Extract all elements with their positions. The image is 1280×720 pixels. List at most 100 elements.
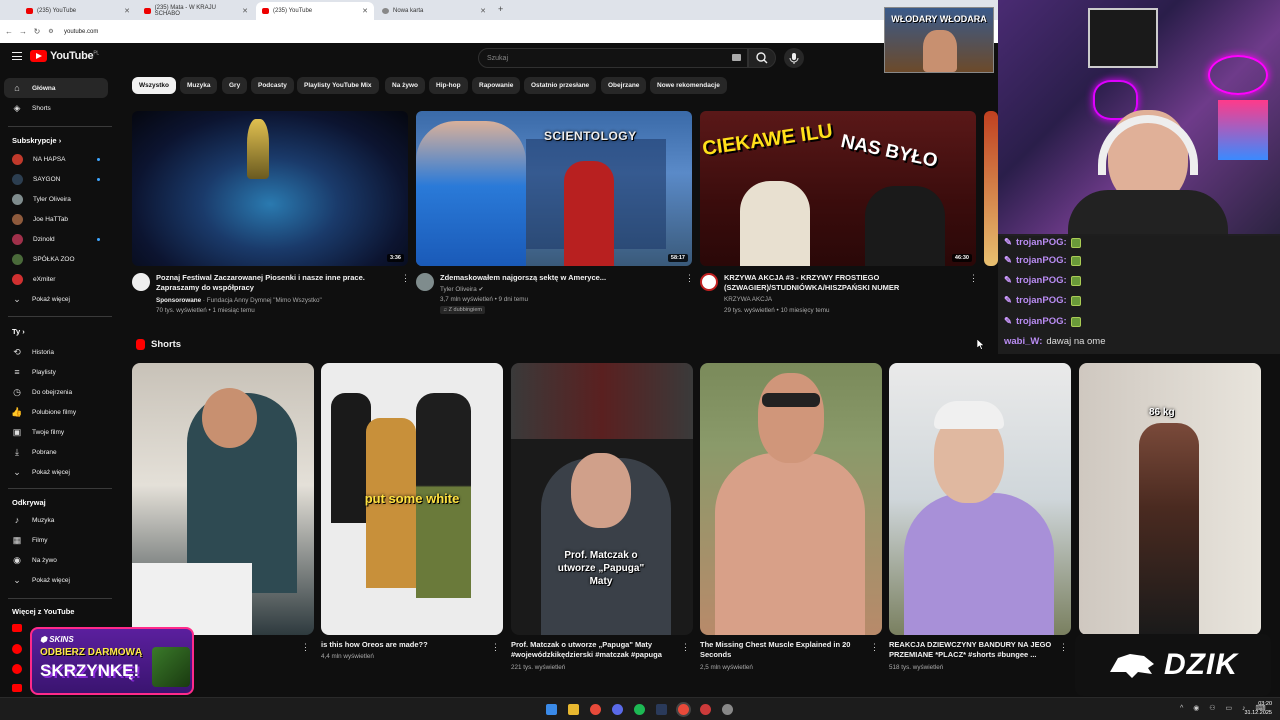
- chip[interactable]: Podcasty: [251, 77, 294, 94]
- spotify-icon[interactable]: [634, 704, 645, 715]
- sidebar-item-subscription[interactable]: NA HAPSA: [4, 149, 108, 169]
- chip[interactable]: Nowe rekomendacje: [650, 77, 727, 94]
- video-thumbnail[interactable]: SCIENTOLOGY 58:17: [416, 111, 692, 266]
- sidebar-show-more[interactable]: ⌄ Pokaż więcej: [4, 462, 108, 482]
- new-tab-button[interactable]: +: [498, 4, 503, 14]
- video-thumbnail[interactable]: CIEKAWE ILU NAS BYŁO 46:30: [700, 111, 976, 266]
- channel-avatar[interactable]: [132, 273, 150, 291]
- short-thumbnail[interactable]: [132, 363, 314, 635]
- video-channel[interactable]: KRZYWA AKCJA: [724, 295, 772, 305]
- short-title[interactable]: The Missing Chest Muscle Explained in 20…: [700, 640, 865, 660]
- short-thumbnail[interactable]: [700, 363, 882, 635]
- more-options-icon[interactable]: ⋮: [1059, 643, 1068, 652]
- reload-icon[interactable]: ↻: [32, 27, 42, 36]
- sidebar-item-home[interactable]: ⌂ Główna: [4, 78, 108, 98]
- video-title[interactable]: Poznaj Festiwal Zaczarowanej Piosenki i …: [156, 273, 386, 293]
- chip[interactable]: Obejrzane: [601, 77, 647, 94]
- chip[interactable]: Playlisty YouTube Mix: [297, 77, 379, 94]
- short-title[interactable]: is this how Oreos are made??: [321, 640, 481, 650]
- browser-tab[interactable]: Nowa karta ✕: [376, 2, 492, 20]
- back-icon[interactable]: ←: [4, 27, 14, 36]
- more-options-icon[interactable]: ⋮: [681, 643, 690, 652]
- more-options-icon[interactable]: ⋮: [685, 274, 694, 283]
- sidebar-item-downloads[interactable]: ⤓ Pobrane: [4, 442, 108, 462]
- youtube-kids-icon[interactable]: [12, 684, 22, 692]
- close-tab-icon[interactable]: ✕: [124, 7, 130, 15]
- youtube-logo[interactable]: YouTubePL: [30, 50, 99, 62]
- chip[interactable]: Rapowanie: [472, 77, 521, 94]
- sidebar-show-more[interactable]: ⌄ Pokaż więcej: [4, 289, 108, 309]
- app-icon[interactable]: [700, 704, 711, 715]
- sidebar-item-subscription[interactable]: Dzinold: [4, 229, 108, 249]
- youtube-premium-icon[interactable]: [12, 624, 22, 632]
- sidebar-item-subscription[interactable]: SPÓŁKA ZOO: [4, 249, 108, 269]
- chrome-active-icon[interactable]: [678, 704, 689, 715]
- sidebar-item-subscription[interactable]: Joe HaTTab: [4, 209, 108, 229]
- more-options-icon[interactable]: ⋮: [301, 643, 310, 652]
- chip[interactable]: Na żywo: [385, 77, 426, 94]
- sidebar-item-live[interactable]: ◉ Na żywo: [4, 550, 108, 570]
- video-channel[interactable]: Tyler Oliveira ✔: [440, 285, 484, 295]
- channel-avatar[interactable]: [700, 273, 718, 291]
- browser-tab-active[interactable]: (235) YouTube ✕: [256, 2, 374, 20]
- close-tab-icon[interactable]: ✕: [480, 7, 486, 15]
- forward-icon[interactable]: →: [18, 27, 28, 36]
- browser-tab[interactable]: (235) YouTube ✕: [20, 2, 136, 20]
- more-options-icon[interactable]: ⋮: [870, 643, 879, 652]
- chip-all[interactable]: Wszystko: [132, 77, 176, 94]
- chip[interactable]: Hip-hop: [429, 77, 468, 94]
- sidebar-item-playlists[interactable]: ≡ Playlisty: [4, 362, 108, 382]
- subscriptions-header[interactable]: Subskrypcje ›: [12, 136, 61, 145]
- sidebar-item-films[interactable]: ▦ Filmy: [4, 530, 108, 550]
- sidebar-item-subscription[interactable]: SAYGON: [4, 169, 108, 189]
- sidebar-item-subscription[interactable]: Tyler Oliveira: [4, 189, 108, 209]
- sidebar-item-music[interactable]: ♪ Muzyka: [4, 510, 108, 530]
- short-thumbnail[interactable]: put some white: [321, 363, 503, 635]
- clock[interactable]: 03:20 31.12.2025: [1244, 700, 1272, 718]
- file-explorer-icon[interactable]: [568, 704, 579, 715]
- sidebar-item-liked[interactable]: 👍 Polubione filmy: [4, 402, 108, 422]
- short-thumbnail[interactable]: [889, 363, 1071, 635]
- you-header[interactable]: Ty ›: [12, 327, 25, 336]
- video-channel[interactable]: Sponsorowane · Fundacja Anny Dymnej "Mim…: [156, 296, 396, 306]
- video-thumbnail[interactable]: 3:36: [132, 111, 408, 266]
- discord-icon[interactable]: [612, 704, 623, 715]
- short-title[interactable]: REAKCJA DZIEWCZYNY BANDURY NA JEGO PRZEMI…: [889, 640, 1059, 660]
- chip[interactable]: Gry: [222, 77, 248, 94]
- streamer-shirt-image: [1068, 190, 1228, 236]
- close-tab-icon[interactable]: ✕: [362, 7, 368, 15]
- more-options-icon[interactable]: ⋮: [491, 643, 500, 652]
- site-info-icon[interactable]: ⚙: [46, 28, 56, 35]
- youtube-music-icon[interactable]: [12, 664, 22, 674]
- youtube-studio-icon[interactable]: [12, 644, 22, 654]
- chip[interactable]: Muzyka: [180, 77, 218, 94]
- sidebar-show-more[interactable]: ⌄ Pokaż więcej: [4, 570, 108, 590]
- steam-icon[interactable]: [656, 704, 667, 715]
- chip[interactable]: Ostatnio przesłane: [524, 77, 597, 94]
- short-thumbnail[interactable]: 86 kg: [1079, 363, 1261, 635]
- more-options-icon[interactable]: ⋮: [969, 274, 978, 283]
- chrome-icon[interactable]: [590, 704, 601, 715]
- voice-search-button[interactable]: [784, 48, 804, 68]
- video-title[interactable]: KRZYWA AKCJA #3 - KRZYWY FROSTIEGO (SZWAG…: [724, 273, 954, 293]
- sidebar-item-subscription[interactable]: eXmiter: [4, 269, 108, 289]
- browser-tab[interactable]: (235) Mata - W KRAJU SCHABO ✕: [138, 2, 254, 20]
- sidebar-item-shorts[interactable]: ◈ Shorts: [4, 98, 108, 118]
- menu-icon[interactable]: [12, 52, 22, 60]
- keyboard-icon[interactable]: [732, 54, 741, 61]
- video-thumbnail-partial[interactable]: [984, 111, 998, 266]
- video-title[interactable]: Zdemaskowałem najgorszą sektę w Ameryce.…: [440, 273, 670, 283]
- short-thumbnail[interactable]: Prof. Matczak o utworze „Papuga" Maty: [511, 363, 693, 635]
- sidebar-item-watch-later[interactable]: ◷ Do obejrzenia: [4, 382, 108, 402]
- sidebar-item-history[interactable]: ⟲ Historia: [4, 342, 108, 362]
- close-tab-icon[interactable]: ✕: [242, 7, 248, 15]
- more-options-icon[interactable]: ⋮: [401, 274, 410, 283]
- search-input[interactable]: Szukaj: [478, 48, 748, 68]
- app-icon[interactable]: [722, 704, 733, 715]
- search-button[interactable]: [748, 48, 776, 68]
- sidebar-item-your-videos[interactable]: ▣ Twoje filmy: [4, 422, 108, 442]
- short-title[interactable]: Prof. Matczak o utworze „Papuga" Maty #wo…: [511, 640, 681, 660]
- windows-start-icon[interactable]: [546, 704, 557, 715]
- url-field[interactable]: youtube.com: [64, 29, 98, 35]
- channel-avatar[interactable]: [416, 273, 434, 291]
